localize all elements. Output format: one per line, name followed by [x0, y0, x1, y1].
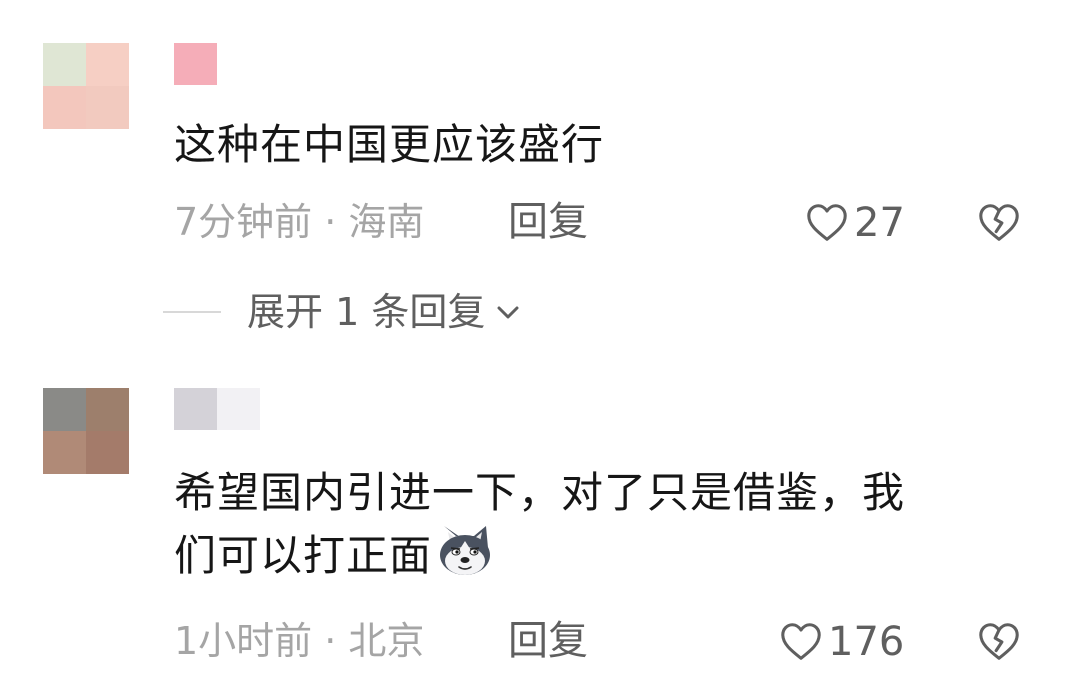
avatar-pixel — [43, 43, 86, 86]
comment-text: 这种在中国更应该盛行 — [174, 120, 605, 169]
reply-button[interactable]: 回复 — [508, 616, 588, 666]
reply-button[interactable]: 回复 — [508, 197, 588, 247]
like-button[interactable]: 176 — [778, 618, 904, 666]
avatar-pixel — [43, 86, 86, 129]
username-pixel — [174, 388, 217, 430]
comment-list: 这种在中国更应该盛行 7分钟前 · 海南 回复 27 展开 1 条回复 希望国内… — [0, 0, 1080, 689]
comment-meta: 1小时前 · 北京 回复 176 — [174, 616, 1034, 666]
divider-line — [163, 311, 221, 313]
expand-replies-label: 展开 1 条回复 — [247, 290, 486, 334]
comment-text: 希望国内引进一下，对了只是借鉴，我 们可以打正面 — [174, 464, 1054, 585]
comment-text-line: 们可以打正面 — [174, 531, 433, 580]
avatar-pixel — [86, 431, 129, 474]
like-count: 176 — [828, 619, 905, 665]
heart-outline-icon — [807, 204, 847, 241]
username-pixel — [217, 388, 260, 430]
broken-heart-icon[interactable] — [976, 619, 1022, 665]
comment-item: 这种在中国更应该盛行 7分钟前 · 海南 回复 27 展开 1 条回复 — [0, 0, 1080, 360]
avatar-pixel — [43, 388, 86, 431]
comment-meta: 7分钟前 · 海南 回复 27 — [174, 197, 1034, 247]
avatar[interactable] — [43, 43, 129, 129]
avatar[interactable] — [43, 388, 129, 474]
chevron-down-icon — [497, 306, 519, 319]
like-button[interactable]: 27 — [804, 199, 905, 247]
like-count: 27 — [854, 200, 905, 246]
username-blurred[interactable] — [174, 43, 217, 85]
comment-item: 希望国内引进一下，对了只是借鉴，我 们可以打正面 1小时前 · 北京 回复 17… — [0, 360, 1080, 689]
username-pixel — [174, 43, 217, 85]
broken-heart-icon[interactable] — [976, 200, 1022, 246]
comment-time-location: 7分钟前 · 海南 — [174, 200, 425, 244]
husky-dog-emoji-icon — [440, 526, 491, 575]
avatar-pixel — [86, 388, 129, 431]
heart-outline-icon — [781, 623, 821, 660]
username-blurred[interactable] — [174, 388, 260, 430]
comment-time-location: 1小时前 · 北京 — [174, 619, 425, 663]
expand-replies-button[interactable]: 展开 1 条回复 — [163, 287, 523, 337]
avatar-pixel — [43, 431, 86, 474]
avatar-pixel — [86, 43, 129, 86]
comment-text-line: 希望国内引进一下，对了只是借鉴，我 — [174, 468, 906, 517]
avatar-pixel — [86, 86, 129, 129]
